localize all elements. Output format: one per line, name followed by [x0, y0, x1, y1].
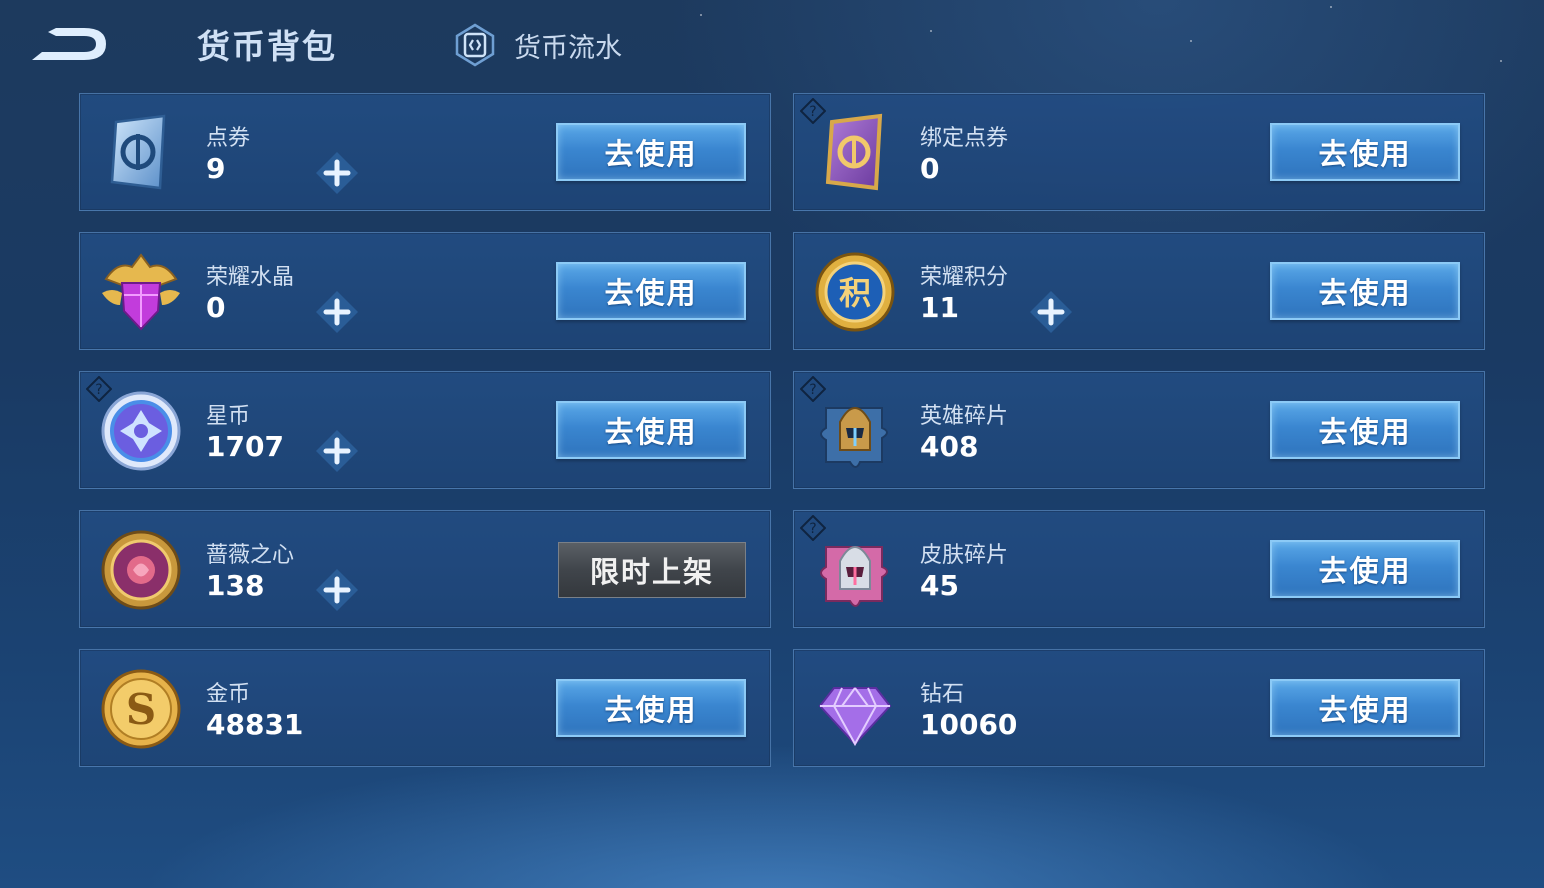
back-arrow-icon	[32, 28, 106, 60]
diamond-icon	[818, 687, 892, 747]
back-button[interactable]	[26, 22, 110, 66]
bound-coupon-icon	[825, 113, 883, 191]
use-button[interactable]: 去使用	[556, 123, 746, 181]
glory-crystal-icon	[102, 253, 180, 331]
use-button[interactable]: 去使用	[1270, 679, 1460, 737]
currency-card-rose-heart: 蔷薇之心 138 限时上架	[79, 510, 771, 628]
currency-amount: 138	[206, 569, 265, 602]
use-button[interactable]: 去使用	[1270, 401, 1460, 459]
star-sparkle	[1330, 6, 1332, 8]
currency-amount: 1707	[206, 430, 284, 463]
currency-name: 金币	[206, 682, 251, 707]
limited-time-button[interactable]: 限时上架	[558, 542, 746, 598]
currency-flow-tab[interactable]: 货币流水	[452, 22, 622, 68]
currency-amount: 0	[206, 291, 226, 324]
svg-text:积: 积	[839, 274, 871, 312]
currency-name: 绑定点券	[920, 126, 1009, 151]
coupon-icon	[110, 114, 166, 190]
currency-name: 荣耀水晶	[206, 265, 295, 290]
add-currency-button[interactable]	[314, 150, 360, 196]
svg-text:S: S	[126, 685, 156, 734]
currency-name: 钻石	[920, 682, 965, 707]
skin-shard-icon	[820, 546, 888, 607]
glory-points-icon: 积	[815, 252, 895, 332]
currency-flow-label: 货币流水	[514, 32, 622, 64]
currency-amount: 0	[920, 152, 940, 185]
currency-amount: 9	[206, 152, 226, 185]
currency-amount: 45	[920, 569, 959, 602]
page-title: 货币背包	[197, 27, 337, 66]
currency-card-skin-shard: ? 皮肤碎片 45 去使用	[793, 510, 1485, 628]
star-sparkle	[1500, 60, 1502, 62]
currency-card-star-coin: ? 星币 1707 去使用	[79, 371, 771, 489]
currency-amount: 48831	[206, 708, 304, 741]
currency-name: 星币	[206, 404, 251, 429]
add-currency-button[interactable]	[1028, 289, 1074, 335]
add-currency-button[interactable]	[314, 289, 360, 335]
use-button[interactable]: 去使用	[556, 401, 746, 459]
rose-heart-icon	[101, 530, 181, 610]
gold-coin-icon: S	[101, 669, 181, 749]
currency-card-bound-coupon: ? 绑定点券 0 去使用	[793, 93, 1485, 211]
currency-card-coupon: 点券 9 去使用	[79, 93, 771, 211]
add-currency-button[interactable]	[314, 567, 360, 613]
currency-amount: 11	[920, 291, 959, 324]
hero-shard-icon	[820, 407, 888, 468]
currency-name: 皮肤碎片	[920, 543, 1009, 568]
currency-amount: 408	[920, 430, 979, 463]
currency-card-diamond: 钻石 10060 去使用	[793, 649, 1485, 767]
star-coin-icon	[101, 391, 181, 471]
currency-amount: 10060	[920, 708, 1018, 741]
star-sparkle	[1190, 40, 1192, 42]
currency-name: 点券	[206, 126, 251, 151]
use-button[interactable]: 去使用	[1270, 123, 1460, 181]
currency-name: 荣耀积分	[920, 265, 1009, 290]
use-button[interactable]: 去使用	[1270, 262, 1460, 320]
star-sparkle	[700, 14, 702, 16]
currency-card-glory-points: 积 荣耀积分 11 去使用	[793, 232, 1485, 350]
add-currency-button[interactable]	[314, 428, 360, 474]
use-button[interactable]: 去使用	[556, 679, 746, 737]
star-sparkle	[930, 30, 932, 32]
use-button[interactable]: 去使用	[556, 262, 746, 320]
use-button[interactable]: 去使用	[1270, 540, 1460, 598]
currency-card-glory-crystal: 荣耀水晶 0 去使用	[79, 232, 771, 350]
currency-card-hero-shard: ? 英雄碎片 408 去使用	[793, 371, 1485, 489]
currency-name: 英雄碎片	[920, 404, 1009, 429]
currency-card-gold-coin: S 金币 48831 去使用	[79, 649, 771, 767]
currency-flow-icon	[455, 23, 495, 67]
currency-name: 蔷薇之心	[206, 543, 295, 568]
